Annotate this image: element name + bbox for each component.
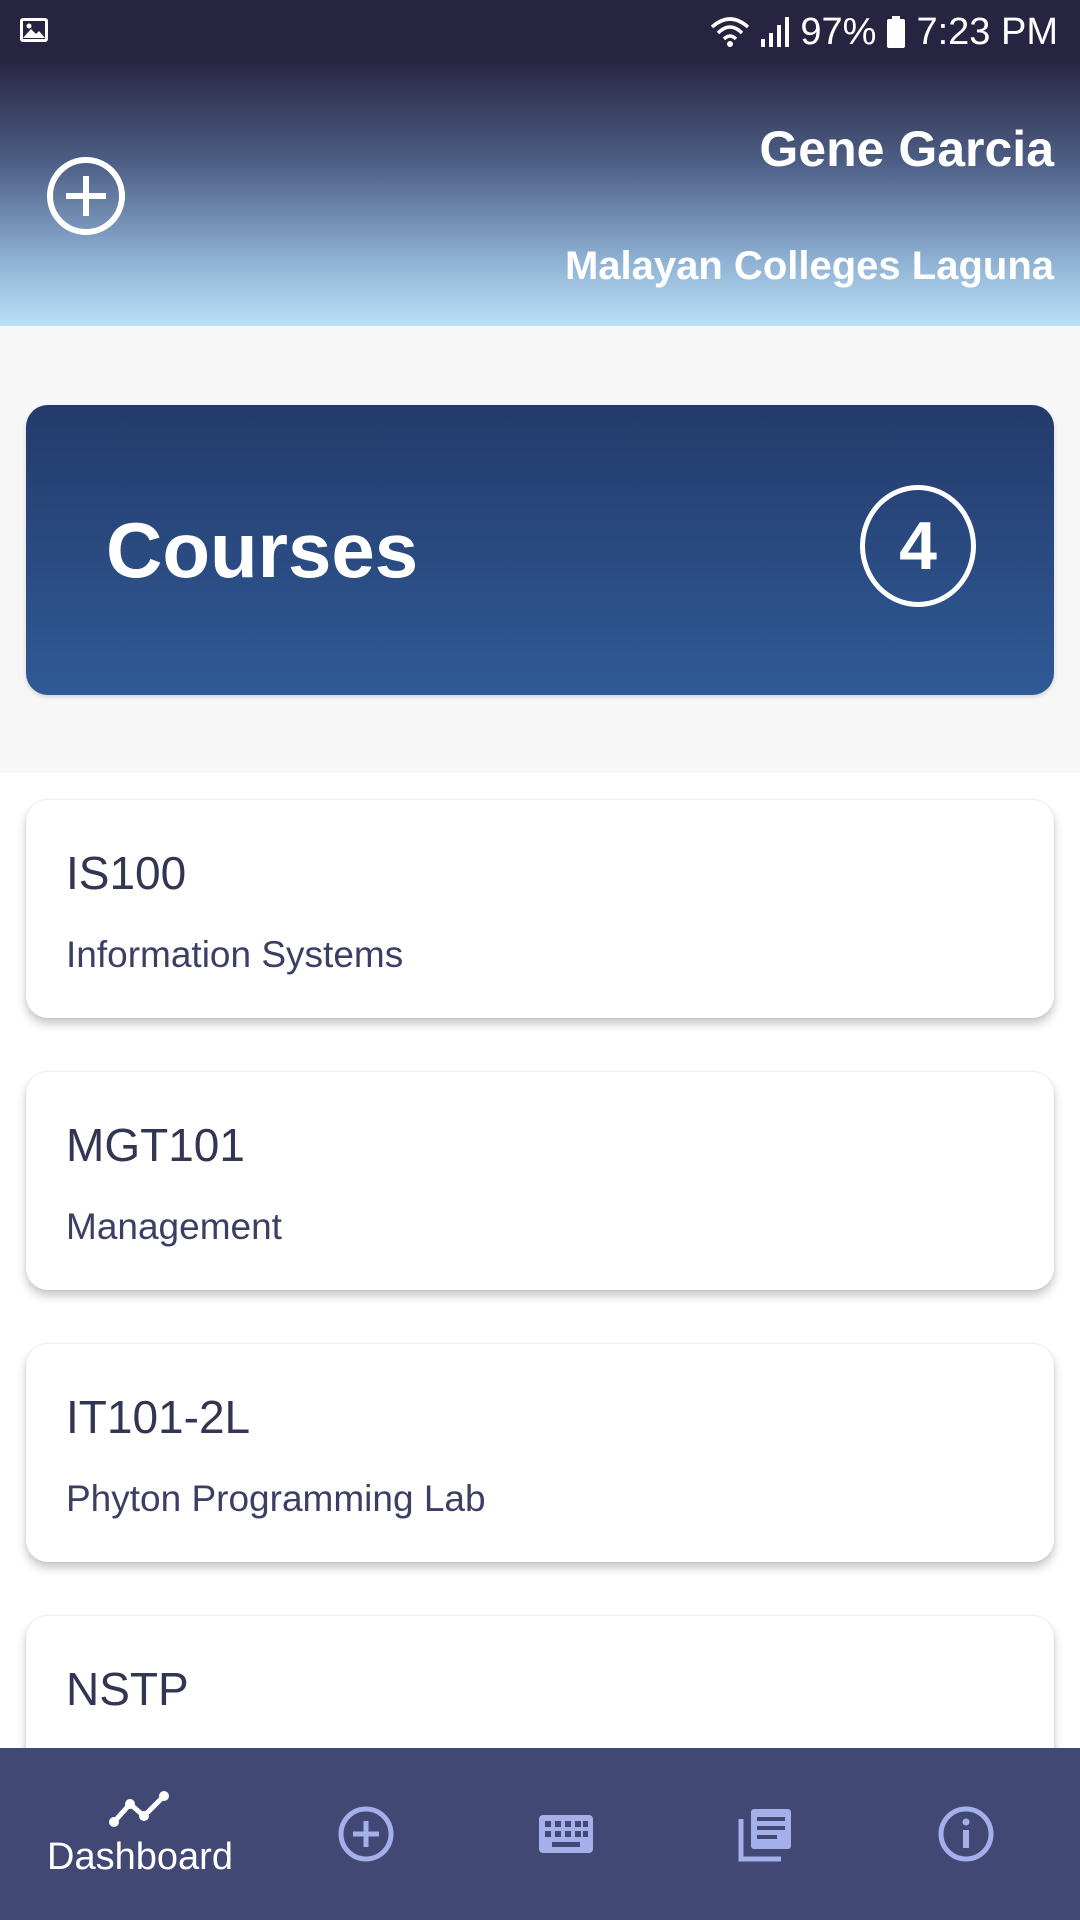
wifi-icon	[710, 15, 750, 49]
status-bar: 97% 7:23 PM	[0, 0, 1080, 64]
nav-dashboard[interactable]: Dashboard	[40, 1748, 240, 1920]
nav-dashboard-label: Dashboard	[47, 1835, 233, 1878]
keyboard-icon	[539, 1815, 593, 1853]
course-item-nstp[interactable]: NSTP	[26, 1616, 1054, 1748]
status-time: 7:23 PM	[916, 10, 1058, 53]
nav-library[interactable]	[706, 1748, 826, 1920]
course-item-mgt101[interactable]: MGT101 Management	[26, 1072, 1054, 1290]
school-name: Malayan Colleges Laguna	[564, 244, 1054, 288]
battery-percent: 97%	[800, 10, 877, 53]
image-icon	[18, 14, 50, 46]
nav-add[interactable]	[306, 1748, 426, 1920]
signal-icon	[760, 15, 790, 49]
courses-summary-card[interactable]: Courses 4	[26, 405, 1054, 695]
courses-count-badge: 4	[860, 485, 976, 607]
trend-line-icon	[109, 1790, 169, 1827]
course-name: Management	[66, 1206, 282, 1247]
course-code: IS100	[66, 847, 187, 899]
user-name: Gene Garcia	[759, 121, 1054, 177]
course-item-is100[interactable]: IS100 Information Systems	[26, 800, 1054, 1018]
plus-circle-icon	[338, 1806, 394, 1862]
course-code: MGT101	[66, 1119, 245, 1171]
course-code: IT101-2L	[66, 1391, 251, 1443]
course-code: NSTP	[66, 1663, 189, 1715]
status-icons: 97% 7:23 PM	[710, 8, 1058, 56]
nav-keyboard[interactable]	[506, 1748, 626, 1920]
bottom-navigation: Dashboard	[0, 1748, 1080, 1920]
library-books-icon	[738, 1809, 791, 1862]
nav-info[interactable]	[906, 1748, 1026, 1920]
course-name: Phyton Programming Lab	[66, 1478, 486, 1519]
course-item-it101-2l[interactable]: IT101-2L Phyton Programming Lab	[26, 1344, 1054, 1562]
battery-icon	[886, 15, 906, 49]
course-name: Information Systems	[66, 934, 404, 975]
add-course-button[interactable]	[44, 154, 128, 238]
profile-header: Gene Garcia Malayan Colleges Laguna	[0, 64, 1080, 326]
course-list: IS100 Information Systems MGT101 Managem…	[0, 773, 1080, 1748]
info-icon	[938, 1806, 994, 1862]
app-screen: 97% 7:23 PM Gene Garcia Malayan Colleges…	[0, 0, 1080, 1920]
plus-circle-icon	[47, 157, 125, 235]
courses-title: Courses	[106, 506, 419, 594]
